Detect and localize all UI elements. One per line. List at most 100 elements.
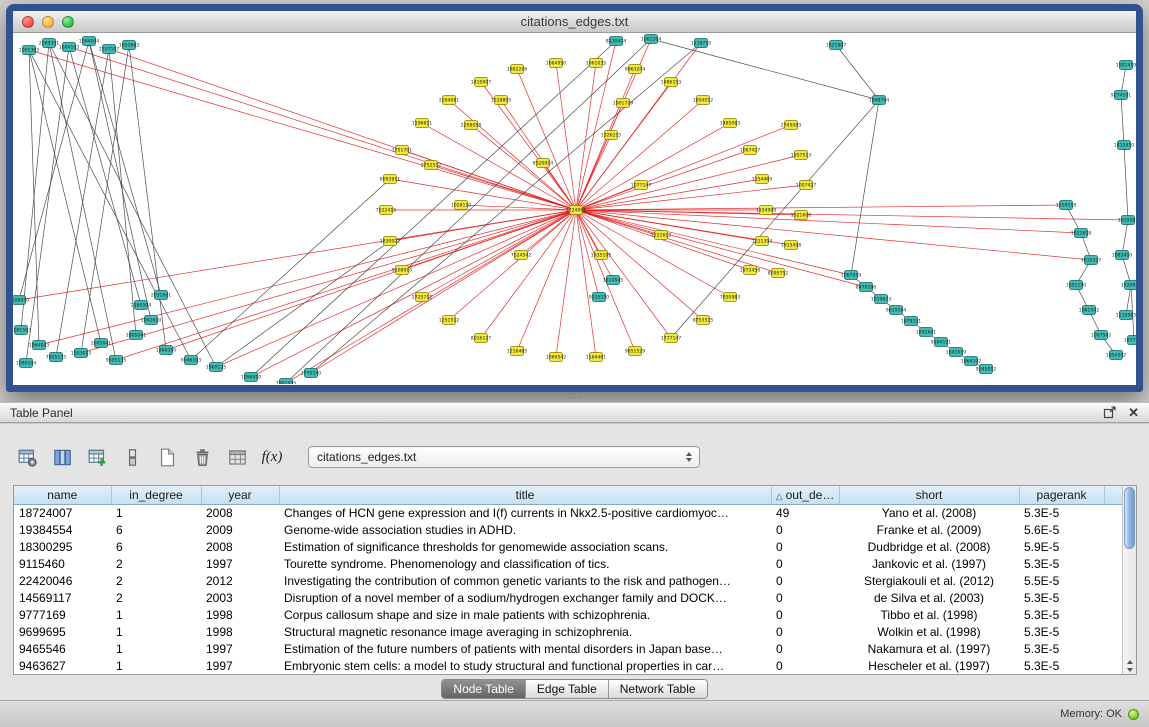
graph-node[interactable]: 1096410 [241, 373, 262, 382]
graph-node[interactable]: 1415410 [1114, 141, 1135, 150]
graph-node[interactable]: 1519581 [1118, 216, 1136, 225]
graph-node[interactable]: 1221393 [752, 237, 773, 246]
vertical-scrollbar[interactable] [1122, 486, 1136, 674]
graph-node[interactable]: 2752512 [421, 161, 442, 170]
column-header-in_degree[interactable]: in_degree [111, 486, 201, 504]
graph-node[interactable]: 1915498 [781, 241, 802, 250]
graph-node[interactable]: 1664950 [546, 59, 567, 68]
graph-node[interactable]: 2031001 [151, 291, 172, 300]
graph-node[interactable]: 1410907 [471, 78, 492, 87]
graph-node[interactable]: 1919673 [871, 295, 892, 304]
graph-node[interactable]: 1067427 [740, 146, 761, 155]
scroll-down-icon[interactable] [1127, 668, 1133, 672]
window-titlebar[interactable]: citations_edges.txt [13, 11, 1136, 33]
table-row[interactable]: 2242004622012Investigating the contribut… [14, 572, 1122, 589]
table-selector-dropdown[interactable]: citations_edges.txt [308, 446, 700, 468]
graph-node[interactable]: 1052190 [1066, 281, 1087, 290]
graph-node[interactable]: 2264061 [439, 96, 460, 105]
graph-node[interactable]: 1091503 [13, 326, 31, 335]
graph-node[interactable]: 1022618 [1071, 229, 1092, 238]
graph-node[interactable]: 2745083 [781, 121, 802, 130]
select-column-icon[interactable] [119, 444, 145, 470]
graph-node[interactable]: 1154469 [752, 175, 773, 184]
graph-node[interactable]: 1196611 [412, 119, 433, 128]
graph-node[interactable]: 1621907 [826, 41, 847, 50]
graph-node[interactable]: 1210565 [1116, 311, 1136, 320]
table-row[interactable]: 946554611997Estimation of the future num… [14, 640, 1122, 657]
graph-node[interactable]: 1991641 [916, 328, 937, 337]
panel-drag-handle[interactable] [565, 396, 583, 400]
graph-node[interactable]: 1961035 [586, 59, 607, 68]
graph-node[interactable]: 1901729 [613, 99, 634, 108]
close-panel-icon[interactable]: ✕ [1128, 406, 1139, 419]
graph-node[interactable]: 7850983 [720, 293, 741, 302]
graph-node[interactable]: 2160504 [131, 301, 152, 310]
tab-edge-table[interactable]: Edge Table [525, 680, 608, 698]
graph-node[interactable]: 1954502 [1106, 351, 1127, 360]
table-row[interactable]: 1938455462009Genome-wide association stu… [14, 521, 1122, 538]
table-row[interactable]: 946362711997Embryonic stem cells: a mode… [14, 657, 1122, 674]
graph-node[interactable]: 1001363 [19, 46, 40, 55]
graph-node[interactable]: 1216465 [507, 347, 528, 356]
delete-rows-icon[interactable] [189, 444, 215, 470]
graph-node[interactable]: 1094004 [79, 37, 100, 46]
graph-node[interactable]: 9135150 [589, 293, 610, 302]
graph-node[interactable]: 1154908 [756, 206, 777, 215]
graph-node[interactable]: 9851529 [625, 347, 646, 356]
graph-node[interactable]: 1610327 [1081, 256, 1102, 265]
graph-node[interactable]: 1503013 [71, 349, 92, 358]
graph-node[interactable]: 1321606 [791, 211, 812, 220]
graph-node[interactable]: 1514545 [603, 276, 624, 285]
graph-node[interactable]: 9164191 [931, 338, 952, 347]
graph-node[interactable]: 9046103 [181, 356, 202, 365]
scrollbar-thumb[interactable] [1124, 487, 1135, 549]
new-file-icon[interactable] [154, 444, 180, 470]
column-header-title[interactable]: title [279, 486, 771, 504]
graph-node[interactable]: 1830022 [380, 237, 401, 246]
graph-node[interactable]: 8130474 [606, 37, 627, 46]
graph-node[interactable]: 1805041 [126, 331, 147, 340]
tab-node-table[interactable]: Node Table [442, 680, 525, 698]
graph-node[interactable]: 7905135 [46, 353, 67, 362]
graph-node[interactable]: 1228805 [491, 96, 512, 105]
graph-node[interactable]: 1251512 [439, 316, 460, 325]
graph-node[interactable]: 1164461 [586, 353, 607, 362]
graph-node[interactable]: 1777147 [661, 334, 682, 343]
tab-network-table[interactable]: Network Table [608, 680, 707, 698]
graph-node[interactable]: 9274101 [1111, 91, 1132, 100]
graph-node[interactable]: 1957513 [791, 151, 812, 160]
graph-node[interactable]: 2208058 [461, 121, 482, 130]
scrollbar-arrows[interactable] [1123, 660, 1137, 672]
graph-node[interactable]: 1061204 [641, 35, 662, 44]
graph-node[interactable]: 7524542 [511, 251, 532, 260]
graph-node[interactable]: 1067919 [841, 271, 862, 280]
graph-node[interactable]: 1326215 [601, 131, 622, 140]
float-panel-icon[interactable] [1103, 406, 1116, 419]
column-header-year[interactable]: year [201, 486, 279, 504]
graph-node[interactable]: 8095752 [768, 269, 789, 278]
graph-node[interactable]: 1948794 [869, 96, 890, 105]
graph-node[interactable]: 1802206 [507, 65, 528, 74]
table-row[interactable]: 1830029562008Estimation of significance … [14, 538, 1122, 555]
graph-node[interactable]: 1641919 [946, 348, 967, 357]
column-header-out_de[interactable]: △out_de… [771, 486, 839, 504]
new-column-icon[interactable] [84, 444, 110, 470]
graph-node[interactable]: 8479196 [856, 283, 877, 292]
graph-node[interactable]: 1964043 [29, 341, 50, 350]
graph-node[interactable]: 1654012 [693, 96, 714, 105]
scroll-up-icon[interactable] [1127, 660, 1133, 664]
graph-node[interactable]: 9019164 [886, 306, 907, 315]
graph-node[interactable]: 1360350 [156, 346, 177, 355]
graph-node[interactable]: 1007542 [1091, 331, 1112, 340]
graph-node[interactable]: 8093811 [380, 175, 401, 184]
graph-node[interactable]: 9245012 [976, 365, 997, 374]
graph-node[interactable]: 1092610 [141, 316, 162, 325]
graph-node[interactable]: 1080104 [16, 359, 37, 368]
column-header-pagerank[interactable]: pagerank [1019, 486, 1104, 504]
column-header-short[interactable]: short [839, 486, 1019, 504]
graph-node[interactable]: 1901419 [1116, 61, 1136, 70]
table-mode-icon[interactable] [14, 444, 40, 470]
graph-node[interactable]: 1677106 [1124, 336, 1136, 345]
graph-node[interactable]: 1679191 [901, 317, 922, 326]
network-canvas[interactable]: 1724061115490812213931973458785098387535… [13, 33, 1136, 384]
